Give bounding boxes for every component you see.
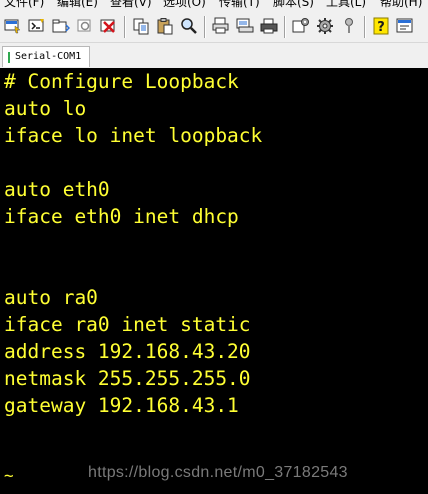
toolbar-separator: [364, 16, 365, 38]
terminal-line: auto eth0: [4, 178, 110, 201]
tab-label: Serial-COM1: [15, 51, 82, 62]
menu-view[interactable]: 查看(V): [110, 0, 152, 10]
printer-icon: [260, 18, 278, 34]
copy-icon: [133, 18, 149, 35]
quick-connect-button[interactable]: [27, 16, 47, 36]
printer-button[interactable]: [259, 16, 279, 36]
terminal-line: auto ra0: [4, 286, 98, 309]
menu-options[interactable]: 选项(O): [163, 0, 206, 10]
terminal-line: iface ra0 inet static: [4, 313, 251, 336]
terminal-screen[interactable]: # Configure Loopback auto lo iface lo in…: [0, 68, 428, 494]
reconnect-icon: [77, 19, 91, 32]
keymap-icon: [345, 18, 353, 33]
session-options-icon: [292, 18, 309, 33]
menu-tools[interactable]: 工具(L): [326, 0, 366, 10]
menu-edit[interactable]: 编辑(E): [57, 0, 98, 10]
menu-bar: 文件(F) 编辑(E) 查看(V) 选项(O) 传输(T) 脚本(S) 工具(L…: [0, 0, 428, 10]
menu-help[interactable]: 帮助(H): [380, 0, 422, 10]
print-button[interactable]: [211, 16, 231, 36]
menu-transfer[interactable]: 传输(T): [219, 0, 260, 10]
terminal-line: gateway 192.168.43.1: [4, 394, 239, 417]
session-options-button[interactable]: [291, 16, 311, 36]
connected-status-icon: [8, 52, 10, 63]
terminal-line: auto lo: [4, 97, 87, 120]
terminal-line: netmask 255.255.255.0: [4, 367, 251, 390]
disconnect-button[interactable]: [99, 16, 119, 36]
menu-file[interactable]: 文件(F): [4, 0, 44, 10]
paste-icon: [157, 18, 173, 35]
print-icon: [212, 17, 229, 34]
paste-button[interactable]: [155, 16, 175, 36]
copy-button[interactable]: [131, 16, 151, 36]
svg-text:?: ?: [377, 20, 385, 35]
keymap-button[interactable]: [339, 16, 359, 36]
quick-connect-icon: [28, 19, 44, 32]
connect-icon: [4, 19, 21, 34]
help-button[interactable]: ?: [371, 16, 391, 36]
session-tab-bar: Serial-COM1: [0, 42, 428, 69]
reconnect-button[interactable]: [75, 16, 95, 36]
help-icon: ?: [373, 17, 389, 35]
terminal-line: # Configure Loopback: [4, 70, 239, 93]
global-options-button[interactable]: [315, 16, 335, 36]
tab-serial-com1[interactable]: Serial-COM1: [2, 46, 90, 67]
connect-in-tab-button[interactable]: [51, 16, 71, 36]
toolbar-separator: [124, 16, 125, 38]
find-icon: [181, 18, 197, 34]
disconnect-icon: [100, 19, 115, 33]
terminal-line: iface lo inet loopback: [4, 124, 263, 147]
connect-button[interactable]: [3, 16, 23, 36]
terminal-line: address 192.168.43.20: [4, 340, 251, 363]
print-setup-icon: [236, 18, 254, 33]
menu-script[interactable]: 脚本(S): [273, 0, 314, 10]
toolbar-separator: [284, 16, 285, 38]
connect-in-tab-icon: [52, 19, 70, 33]
watermark-url: https://blog.csdn.net/m0_37182543: [88, 464, 348, 481]
print-setup-button[interactable]: [235, 16, 255, 36]
about-icon: [396, 18, 413, 33]
vi-empty-line-marker: ~: [4, 466, 14, 485]
toolbar-separator: [204, 16, 205, 38]
about-button[interactable]: [395, 16, 415, 36]
find-button[interactable]: [179, 16, 199, 36]
terminal-line: iface eth0 inet dhcp: [4, 205, 239, 228]
global-options-icon: [317, 18, 333, 34]
toolbar: ?: [0, 12, 428, 42]
